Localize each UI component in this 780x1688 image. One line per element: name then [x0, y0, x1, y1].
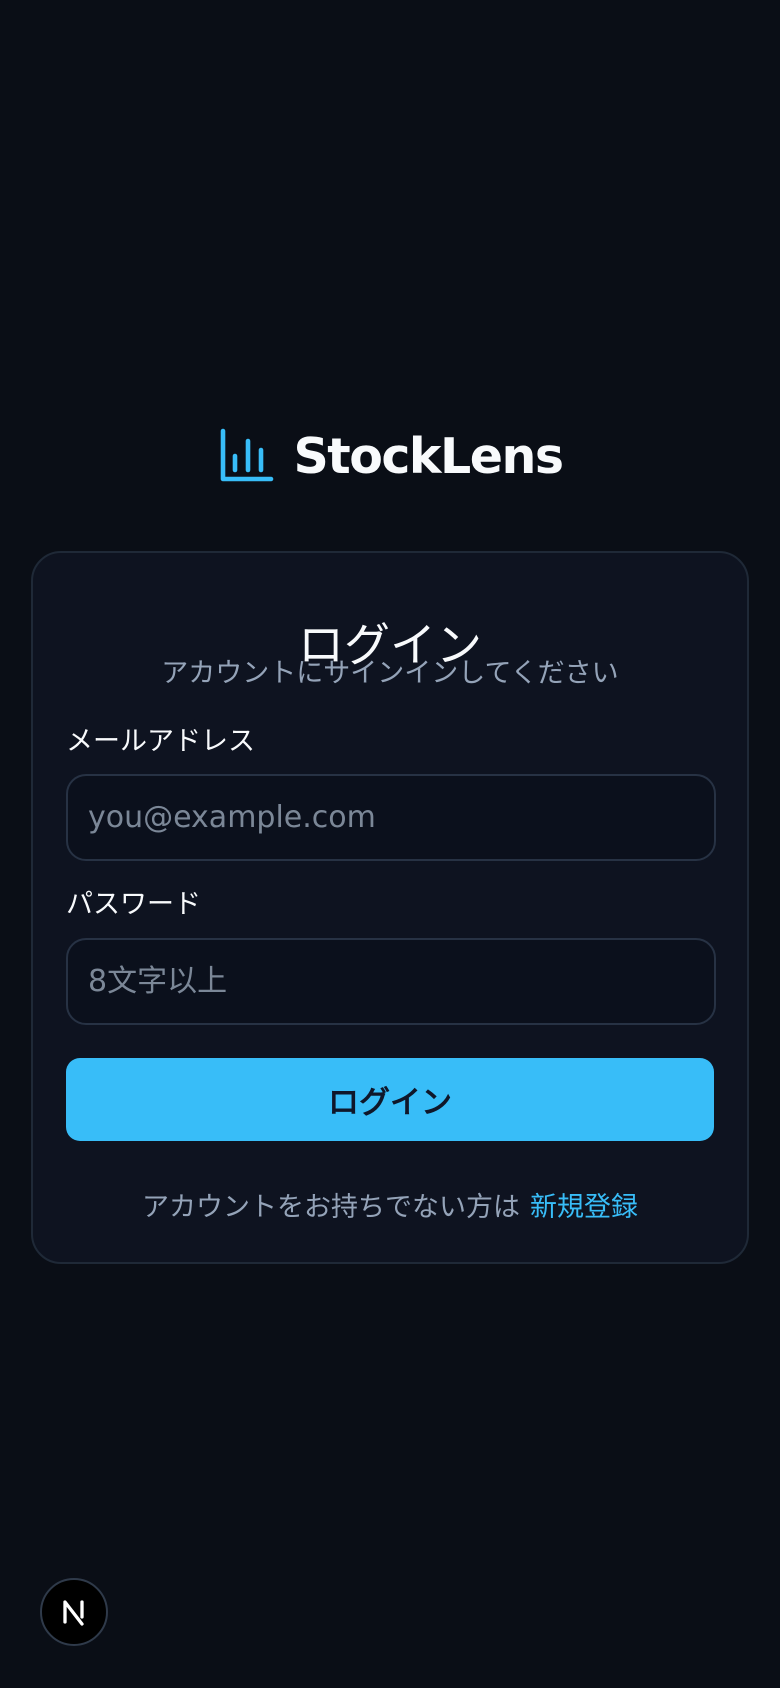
password-field-box [66, 938, 716, 1025]
nextjs-devtools-button[interactable] [40, 1578, 108, 1646]
password-label: パスワード [66, 889, 201, 920]
next-logo-icon [63, 1600, 84, 1626]
email-field-box [66, 774, 716, 861]
brand-header: StockLens [0, 420, 780, 492]
brand-name: StockLens [293, 427, 564, 485]
password-input[interactable] [88, 940, 694, 1023]
email-input[interactable] [88, 776, 694, 859]
login-card: ログイン アカウントにサインインしてください メールアドレス パスワード ログイ… [31, 551, 749, 1264]
card-subtitle: アカウントにサインインしてください [161, 658, 619, 689]
register-link[interactable]: 新規登録 [530, 1192, 638, 1223]
register-prompt-text: アカウントをお持ちでない方は [142, 1192, 520, 1223]
login-page: StockLens ログイン アカウントにサインインしてください メールアドレス… [0, 0, 780, 1688]
bar-chart-icon [221, 428, 274, 482]
email-label: メールアドレス [66, 726, 255, 757]
login-button[interactable]: ログイン [66, 1058, 714, 1141]
register-prompt: アカウントをお持ちでない方は 新規登録 [33, 1190, 747, 1226]
